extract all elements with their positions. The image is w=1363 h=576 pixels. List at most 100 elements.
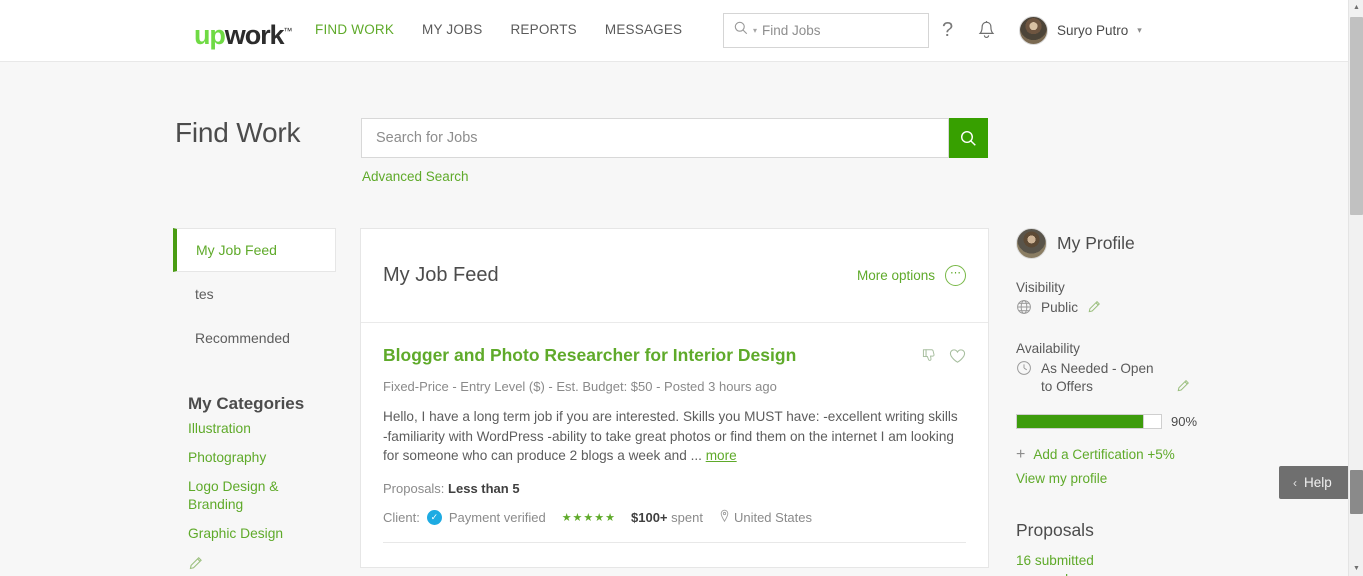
scroll-down-arrow-icon[interactable]: ▼ bbox=[1349, 561, 1363, 576]
progress-percent-label: 90% bbox=[1171, 414, 1198, 429]
availability-value: As Needed - Open to Offers bbox=[1041, 361, 1154, 394]
job-proposals-value: Less than 5 bbox=[448, 480, 520, 496]
my-categories-heading: My Categories bbox=[188, 394, 305, 413]
sidebar-item-label: Recommended bbox=[195, 330, 290, 346]
category-link-logo-design-branding[interactable]: Logo Design & Branding bbox=[173, 472, 283, 519]
sidebar-item-my-job-feed[interactable]: My Job Feed bbox=[173, 228, 336, 272]
question-mark-icon[interactable]: ? bbox=[942, 19, 953, 42]
job-description: Hello, I have a long term job if you are… bbox=[383, 407, 965, 466]
page-title: Find Work bbox=[175, 117, 301, 148]
top-navigation-bar: upworkupwork™ FIND WORK MY JOBS REPORTS … bbox=[0, 0, 1348, 62]
add-certification-label: Add a Certification +5% bbox=[1033, 447, 1175, 462]
vertical-scrollbar[interactable]: ▲ ▼ bbox=[1348, 0, 1363, 576]
category-link-illustration[interactable]: Illustration bbox=[173, 414, 336, 443]
avatar bbox=[1019, 16, 1048, 45]
chevron-down-icon[interactable]: ▾ bbox=[753, 26, 757, 35]
category-link-graphic-design[interactable]: Graphic Design bbox=[173, 519, 336, 548]
client-spend-suffix: spent bbox=[671, 509, 703, 525]
pencil-edit-icon[interactable] bbox=[173, 548, 336, 576]
job-search-field-wrapper bbox=[361, 118, 949, 158]
job-description-text: Hello, I have a long term job if you are… bbox=[383, 409, 958, 463]
ellipsis-icon: ⋯ bbox=[945, 265, 966, 286]
globe-icon bbox=[1016, 299, 1032, 320]
availability-label: Availability bbox=[1016, 341, 1080, 356]
job-proposals-label: Proposals: bbox=[383, 480, 445, 496]
nav-item-messages[interactable]: MESSAGES bbox=[605, 22, 696, 37]
job-title-link[interactable]: Blogger and Photo Researcher for Interio… bbox=[383, 345, 796, 365]
job-meta: Fixed-Price - Entry Level ($) - Est. Bud… bbox=[383, 379, 777, 394]
nav-item-find-work[interactable]: FIND WORK bbox=[315, 22, 408, 37]
client-spend-amount: $100+ bbox=[631, 509, 668, 525]
visibility-label: Visibility bbox=[1016, 280, 1065, 295]
search-icon bbox=[960, 130, 976, 146]
scroll-up-arrow-icon[interactable]: ▲ bbox=[1349, 0, 1363, 15]
search-button[interactable] bbox=[949, 118, 988, 158]
availability-row: As Needed - Open to Offers bbox=[1016, 360, 1216, 398]
sidebar-item-label: My Job Feed bbox=[196, 242, 277, 258]
browser-viewport: upworkupwork™ FIND WORK MY JOBS REPORTS … bbox=[0, 0, 1363, 576]
edit-availability-pencil-icon[interactable] bbox=[1176, 379, 1190, 398]
more-options-button[interactable]: More options ⋯ bbox=[857, 265, 966, 286]
job-action-icons bbox=[922, 345, 966, 369]
edit-visibility-pencil-icon[interactable] bbox=[1087, 300, 1101, 319]
avatar bbox=[1016, 228, 1047, 259]
user-name: Suryo Putro bbox=[1057, 23, 1129, 38]
header-search-placeholder: Find Jobs bbox=[762, 23, 821, 38]
header-search-box[interactable]: ▾ Find Jobs bbox=[723, 13, 929, 48]
left-sidebar: My Job Feed tes Recommended My Categorie… bbox=[173, 228, 336, 576]
progress-bar bbox=[1016, 414, 1162, 429]
add-certification-link[interactable]: + Add a Certification +5% bbox=[1016, 445, 1216, 463]
next-job-placeholder bbox=[361, 543, 988, 567]
sidebar-item-recommended[interactable]: Recommended bbox=[173, 316, 336, 360]
logo-trademark: ™ bbox=[283, 26, 293, 36]
my-profile-header[interactable]: My Profile bbox=[1016, 228, 1216, 259]
more-options-label: More options bbox=[856, 268, 935, 283]
view-my-profile-link[interactable]: View my profile bbox=[1016, 471, 1216, 486]
sidebar-item-tes[interactable]: tes bbox=[173, 272, 336, 316]
advanced-search-link[interactable]: Advanced Search bbox=[362, 169, 469, 184]
thumbs-down-icon[interactable] bbox=[922, 348, 938, 369]
chevron-down-icon[interactable]: ▾ bbox=[1137, 25, 1142, 36]
visibility-row: Public bbox=[1016, 299, 1216, 320]
payment-verified-label: Payment verified bbox=[448, 509, 546, 525]
progress-bar-knob bbox=[1143, 415, 1161, 428]
nav-item-reports[interactable]: REPORTS bbox=[510, 22, 590, 37]
my-profile-title: My Profile bbox=[1057, 233, 1135, 253]
client-spend: $100+ spent bbox=[631, 510, 703, 525]
visibility-value: Public bbox=[1041, 300, 1079, 315]
job-list-item: Blogger and Photo Researcher for Interio… bbox=[361, 323, 988, 542]
search-input[interactable] bbox=[362, 119, 948, 157]
upwork-logo[interactable]: upworkupwork™ bbox=[194, 17, 292, 49]
progress-bar-fill bbox=[1017, 415, 1147, 428]
profile-completeness: 90% bbox=[1016, 414, 1216, 429]
job-feed-title: My Job Feed bbox=[383, 264, 499, 286]
verified-check-icon: ✓ bbox=[426, 509, 442, 525]
nav-item-my-jobs[interactable]: MY JOBS bbox=[422, 22, 496, 37]
plus-icon: + bbox=[1016, 445, 1026, 463]
scrollbar-thumb[interactable] bbox=[1350, 17, 1363, 215]
job-client-info: Client: ✓ Payment verified ★★★★★ $100+ s… bbox=[383, 509, 966, 526]
notification-bell-icon[interactable] bbox=[977, 20, 996, 46]
search-icon bbox=[734, 21, 748, 40]
job-title-row: Blogger and Photo Researcher for Interio… bbox=[383, 345, 966, 369]
user-menu[interactable]: Suryo Putro ▾ bbox=[1019, 16, 1142, 45]
main-nav-links: FIND WORK MY JOBS REPORTS MESSAGES bbox=[315, 22, 710, 37]
proposals-heading: Proposals bbox=[1016, 520, 1094, 540]
job-description-more-link[interactable]: more bbox=[706, 448, 737, 463]
client-label: Client: bbox=[383, 509, 420, 525]
category-link-photography[interactable]: Photography bbox=[173, 443, 336, 472]
scrollbar-secondary-thumb[interactable] bbox=[1350, 470, 1363, 514]
help-label: Help bbox=[1304, 475, 1332, 490]
submitted-proposals-link[interactable]: 16 submitted proposals bbox=[1016, 551, 1136, 576]
client-location-label: United States bbox=[733, 509, 812, 525]
heart-icon[interactable] bbox=[949, 348, 966, 369]
chevron-left-icon: ‹ bbox=[1293, 475, 1297, 490]
rating-stars: ★★★★★ bbox=[561, 511, 616, 524]
client-location: United States bbox=[719, 509, 812, 526]
location-pin-icon bbox=[719, 509, 730, 526]
job-proposals: Proposals: Less than 5 bbox=[383, 481, 966, 496]
right-sidebar: My Profile Visibility Public Availabilit… bbox=[1016, 228, 1216, 576]
clock-icon bbox=[1016, 360, 1032, 381]
job-feed-card: My Job Feed More options ⋯ Blogger and P… bbox=[360, 228, 989, 568]
page-content: Find Work Advanced Search My Job Feed te… bbox=[0, 62, 1348, 576]
